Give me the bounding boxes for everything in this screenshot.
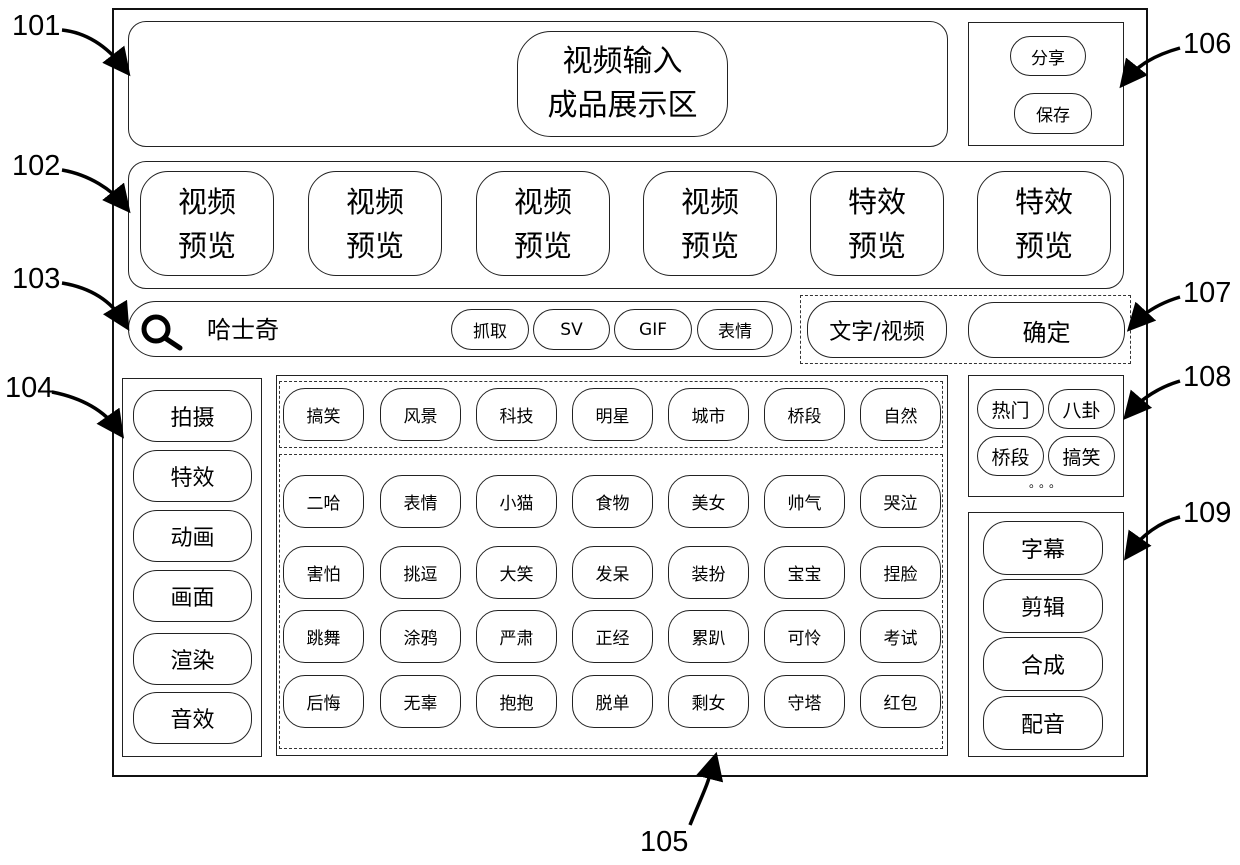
tag-chip[interactable]: 正经: [572, 610, 653, 663]
tag-chip[interactable]: 涂鸦: [380, 610, 461, 663]
tag-chip[interactable]: 可怜: [764, 610, 845, 663]
tag-chip[interactable]: 小猫: [476, 475, 557, 528]
callout-109: 109: [1183, 497, 1232, 529]
filter-chip-2[interactable]: SV: [533, 309, 610, 350]
display-label-line1: 视频输入: [562, 44, 683, 79]
callout-108: 108: [1183, 361, 1232, 393]
tag-chip[interactable]: 宝宝: [764, 546, 845, 599]
save-button[interactable]: 保存: [1014, 93, 1092, 134]
category-chip-7[interactable]: 自然: [860, 388, 941, 441]
callout-105: 105: [640, 826, 689, 858]
search-icon[interactable]: [138, 309, 190, 353]
tag-chip[interactable]: 食物: [572, 475, 653, 528]
callout-101: 101: [12, 10, 61, 42]
confirm-button[interactable]: 确定: [968, 302, 1125, 358]
category-chip-1[interactable]: 搞笑: [283, 388, 364, 441]
hot-tag-chip-3[interactable]: 桥段: [977, 436, 1044, 476]
menu-item-3[interactable]: 动画: [133, 510, 252, 562]
more-indicator[interactable]: 。。。: [1012, 474, 1082, 494]
preview-tile-6[interactable]: 特效 预览: [977, 171, 1111, 276]
display-area-label: 视频输入 成品展示区: [517, 31, 728, 137]
preview-label-line1: 特效: [847, 184, 906, 219]
menu-item-1[interactable]: 拍摄: [133, 390, 252, 442]
callout-107: 107: [1183, 277, 1232, 309]
hot-tag-chip-2[interactable]: 八卦: [1048, 389, 1115, 429]
preview-label-line2: 预览: [513, 228, 572, 263]
filter-chip-1[interactable]: 抓取: [451, 309, 529, 350]
hot-tag-chip-4[interactable]: 搞笑: [1048, 436, 1115, 476]
preview-label-line2: 预览: [1014, 228, 1073, 263]
preview-label-line1: 特效: [1014, 184, 1073, 219]
category-chip-3[interactable]: 科技: [476, 388, 557, 441]
category-chip-5[interactable]: 城市: [668, 388, 749, 441]
filter-chip-3[interactable]: GIF: [614, 309, 692, 350]
menu-item-5[interactable]: 渲染: [133, 633, 252, 685]
category-chip-4[interactable]: 明星: [572, 388, 653, 441]
share-button[interactable]: 分享: [1010, 36, 1086, 76]
tag-chip[interactable]: 二哈: [283, 475, 364, 528]
preview-tile-1[interactable]: 视频 预览: [140, 171, 274, 276]
search-input[interactable]: 哈士奇: [207, 312, 407, 348]
tag-chip[interactable]: 发呆: [572, 546, 653, 599]
category-chip-2[interactable]: 风景: [380, 388, 461, 441]
tag-chip[interactable]: 无辜: [380, 675, 461, 728]
tag-chip[interactable]: 脱单: [572, 675, 653, 728]
tag-chip[interactable]: 跳舞: [283, 610, 364, 663]
callout-104: 104: [5, 372, 54, 404]
tag-chip[interactable]: 累趴: [668, 610, 749, 663]
tag-chip[interactable]: 美女: [668, 475, 749, 528]
arrow-104: [51, 390, 125, 439]
category-chip-6[interactable]: 桥段: [764, 388, 845, 441]
preview-tile-5[interactable]: 特效 预览: [810, 171, 944, 276]
preview-label-line1: 视频: [345, 184, 404, 219]
callout-102: 102: [12, 150, 61, 182]
tag-chip[interactable]: 红包: [860, 675, 941, 728]
preview-label-line2: 预览: [345, 228, 404, 263]
tag-chip[interactable]: 守塔: [764, 675, 845, 728]
tag-chip[interactable]: 剩女: [668, 675, 749, 728]
text-video-button[interactable]: 文字/视频: [807, 301, 947, 358]
display-label-line2: 成品展示区: [547, 88, 698, 123]
hot-tag-chip-1[interactable]: 热门: [977, 389, 1044, 429]
tag-chip[interactable]: 帅气: [764, 475, 845, 528]
preview-label-line2: 预览: [177, 228, 236, 263]
preview-tile-4[interactable]: 视频 预览: [643, 171, 777, 276]
preview-label-line2: 预览: [680, 228, 739, 263]
menu-item-2[interactable]: 特效: [133, 450, 252, 502]
tag-chip[interactable]: 大笑: [476, 546, 557, 599]
edit-menu-item-3[interactable]: 合成: [983, 637, 1103, 691]
tag-chip[interactable]: 后悔: [283, 675, 364, 728]
menu-item-6[interactable]: 音效: [133, 692, 252, 744]
tag-chip[interactable]: 挑逗: [380, 546, 461, 599]
preview-tile-3[interactable]: 视频 预览: [476, 171, 610, 276]
edit-menu-item-2[interactable]: 剪辑: [983, 579, 1103, 633]
tag-chip[interactable]: 严肃: [476, 610, 557, 663]
preview-label-line2: 预览: [847, 228, 906, 263]
callout-106: 106: [1183, 28, 1232, 60]
tag-chip[interactable]: 表情: [380, 475, 461, 528]
tag-chip[interactable]: 抱抱: [476, 675, 557, 728]
tag-chip[interactable]: 害怕: [283, 546, 364, 599]
tag-chip[interactable]: 装扮: [668, 546, 749, 599]
tag-chip[interactable]: 哭泣: [860, 475, 941, 528]
menu-item-4[interactable]: 画面: [133, 570, 252, 622]
preview-strip: [128, 161, 1124, 289]
tag-chip[interactable]: 捏脸: [860, 546, 941, 599]
edit-menu-item-4[interactable]: 配音: [983, 696, 1103, 750]
tag-chip[interactable]: 考试: [860, 610, 941, 663]
preview-label-line1: 视频: [177, 184, 236, 219]
preview-tile-2[interactable]: 视频 预览: [308, 171, 442, 276]
preview-label-line1: 视频: [513, 184, 572, 219]
filter-chip-4[interactable]: 表情: [697, 309, 773, 350]
edit-menu-item-1[interactable]: 字幕: [983, 521, 1103, 575]
callout-103: 103: [12, 263, 61, 295]
preview-label-line1: 视频: [680, 184, 739, 219]
